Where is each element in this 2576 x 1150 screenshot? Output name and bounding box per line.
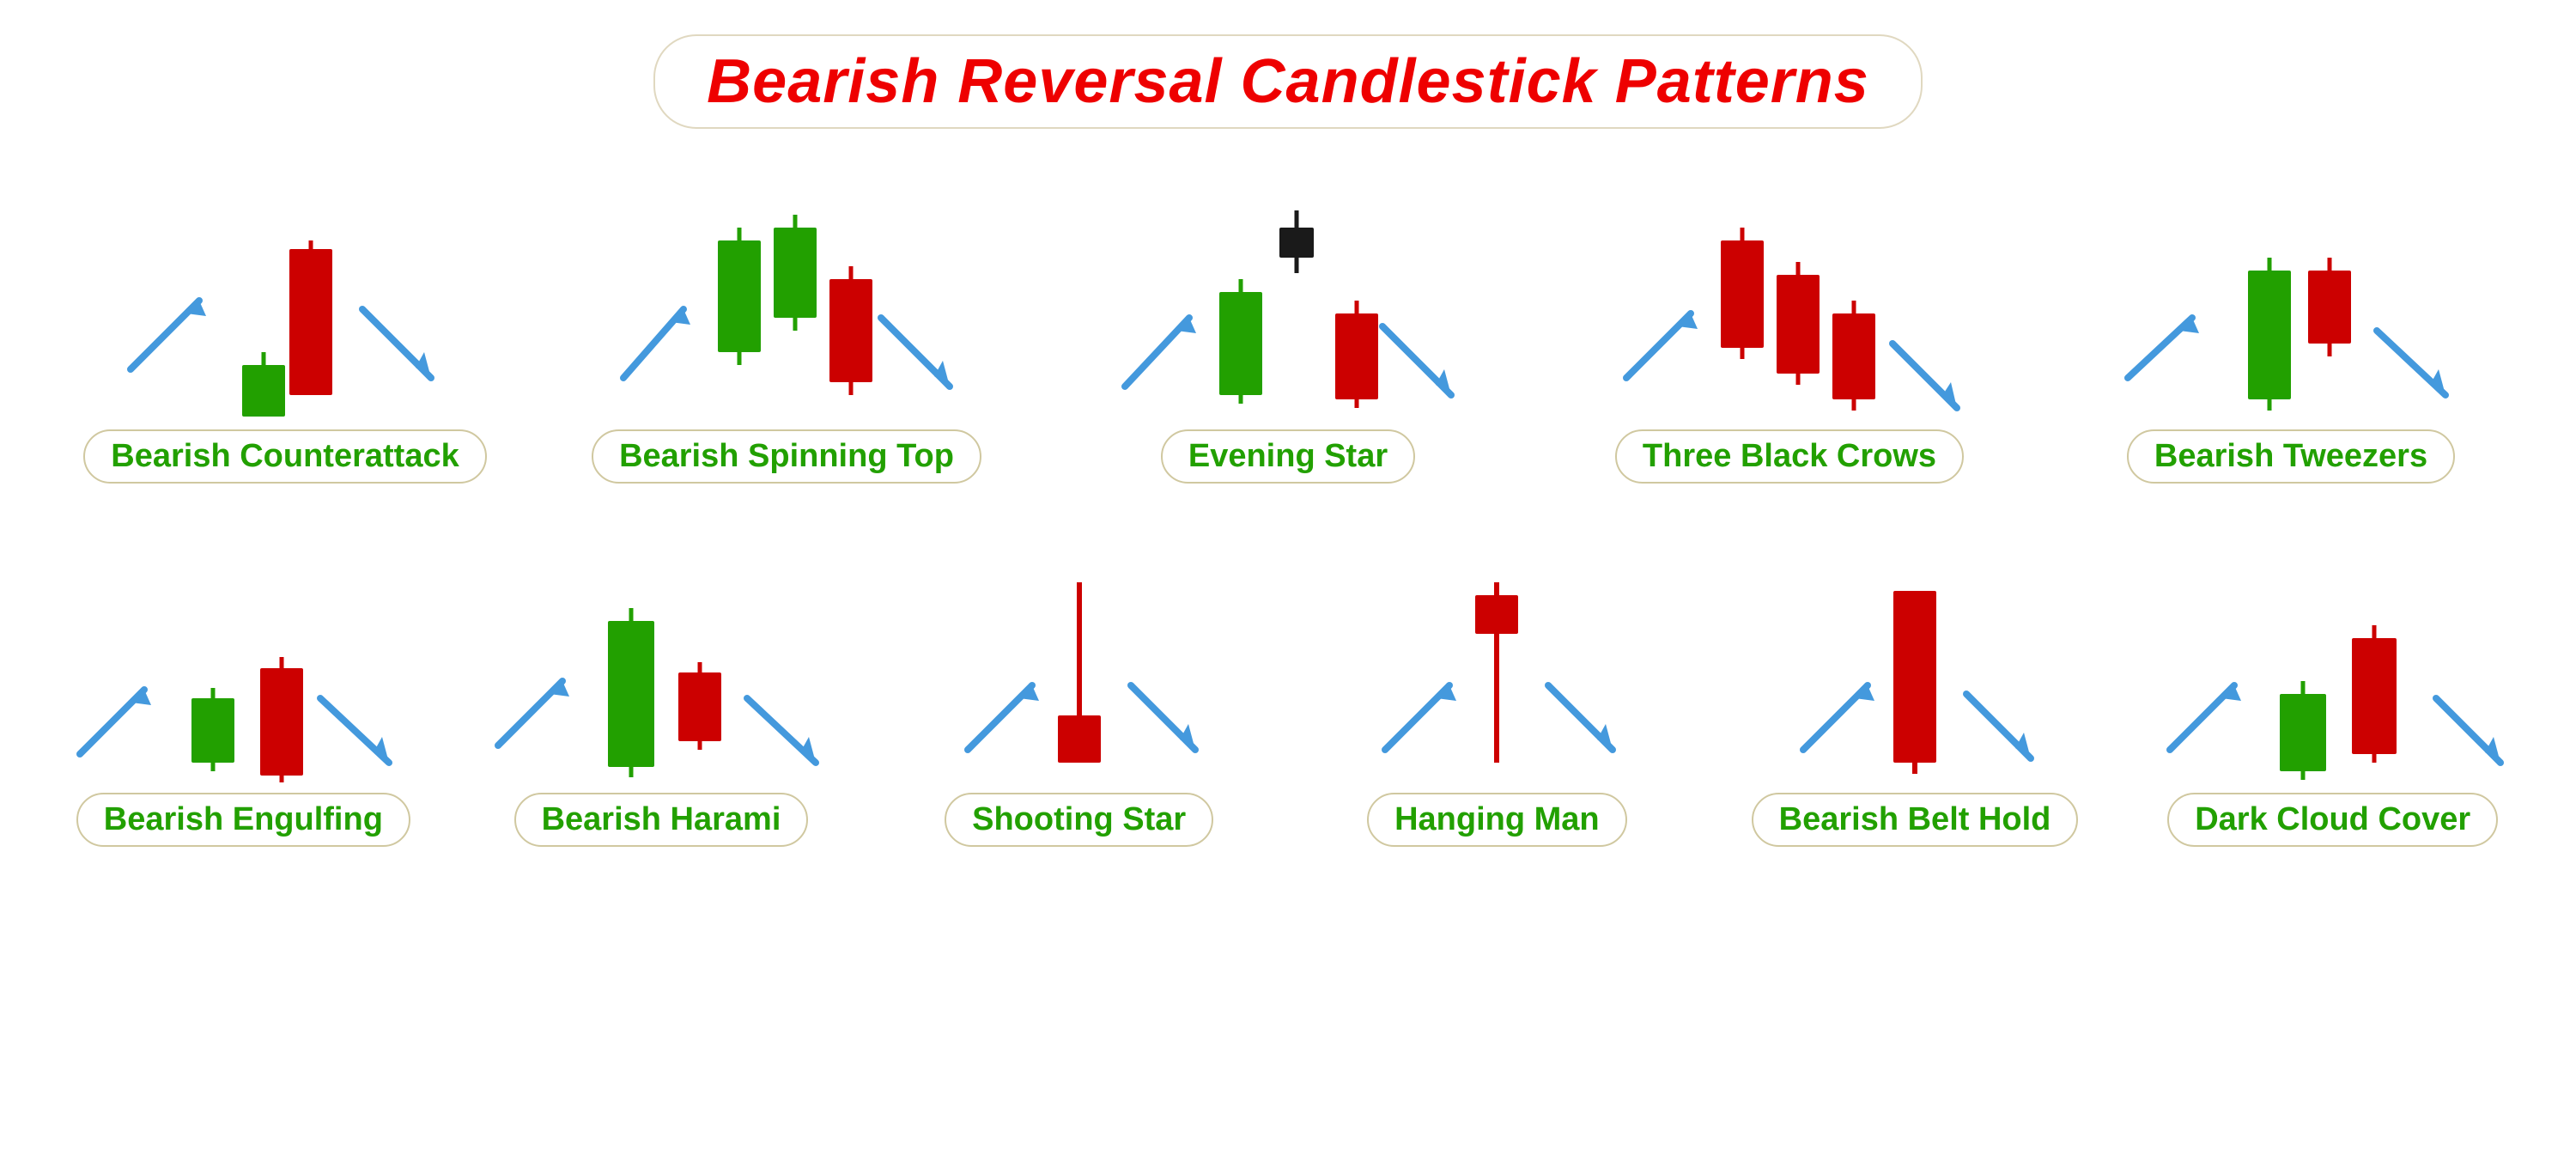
label-oval-bearish-tweezers: Bearish Tweezers bbox=[2127, 429, 2455, 484]
candle-svg-hanging-man bbox=[1316, 509, 1677, 784]
pattern-dark-cloud-cover: Dark Cloud Cover bbox=[2123, 509, 2542, 847]
candle-area-bearish-harami bbox=[481, 509, 841, 784]
pattern-three-black-crows: Three Black Crows bbox=[1566, 146, 2013, 484]
label-shooting-star: Shooting Star bbox=[972, 801, 1186, 837]
candle-svg-spinning-top bbox=[606, 146, 967, 421]
pattern-bearish-harami: Bearish Harami bbox=[453, 509, 871, 847]
pattern-bearish-tweezers: Bearish Tweezers bbox=[2068, 146, 2514, 484]
label-oval-dark-cloud-cover: Dark Cloud Cover bbox=[2167, 793, 2498, 847]
page: Bearish Reversal Candlestick Patterns bbox=[0, 0, 2576, 1150]
candle-svg-bearish-tweezers bbox=[2111, 146, 2471, 421]
candle-svg-evening-star bbox=[1108, 146, 1468, 421]
label-evening-star: Evening Star bbox=[1188, 438, 1388, 474]
candle-area-counterattack bbox=[105, 146, 465, 421]
label-bearish-engulfing: Bearish Engulfing bbox=[104, 801, 383, 837]
label-counterattack: Bearish Counterattack bbox=[111, 438, 459, 474]
candle-svg-bearish-belt-hold bbox=[1735, 509, 2095, 784]
candle-svg-counterattack bbox=[105, 146, 465, 421]
candle-area-three-black-crows bbox=[1609, 146, 1970, 421]
candle-area-bearish-belt-hold bbox=[1735, 509, 2095, 784]
pattern-bearish-belt-hold: Bearish Belt Hold bbox=[1706, 509, 2124, 847]
label-oval-evening-star: Evening Star bbox=[1161, 429, 1415, 484]
title-container: Bearish Reversal Candlestick Patterns bbox=[0, 0, 2576, 129]
label-spinning-top: Bearish Spinning Top bbox=[619, 438, 954, 474]
label-bearish-tweezers: Bearish Tweezers bbox=[2154, 438, 2427, 474]
label-oval-bearish-harami: Bearish Harami bbox=[514, 793, 809, 847]
label-hanging-man: Hanging Man bbox=[1394, 801, 1600, 837]
pattern-bearish-counterattack: Bearish Counterattack bbox=[62, 146, 508, 484]
label-oval-three-black-crows: Three Black Crows bbox=[1615, 429, 1964, 484]
candle-area-spinning-top bbox=[606, 146, 967, 421]
label-dark-cloud-cover: Dark Cloud Cover bbox=[2195, 801, 2470, 837]
label-oval-spinning-top: Bearish Spinning Top bbox=[592, 429, 981, 484]
label-oval-shooting-star: Shooting Star bbox=[945, 793, 1213, 847]
title-oval: Bearish Reversal Candlestick Patterns bbox=[653, 34, 1923, 129]
pattern-bearish-engulfing: Bearish Engulfing bbox=[34, 509, 453, 847]
candle-area-evening-star bbox=[1108, 146, 1468, 421]
candle-area-shooting-star bbox=[899, 509, 1260, 784]
patterns-grid: Bearish Counterattack bbox=[0, 146, 2576, 873]
pattern-hanging-man: Hanging Man bbox=[1288, 509, 1706, 847]
pattern-evening-star: Evening Star bbox=[1065, 146, 1511, 484]
label-bearish-harami: Bearish Harami bbox=[542, 801, 781, 837]
candle-svg-bearish-engulfing bbox=[63, 509, 423, 784]
candle-svg-bearish-harami bbox=[481, 509, 841, 784]
label-three-black-crows: Three Black Crows bbox=[1643, 438, 1936, 474]
page-title: Bearish Reversal Candlestick Patterns bbox=[707, 47, 1869, 116]
pattern-row-1: Bearish Counterattack bbox=[0, 146, 2576, 484]
candle-area-dark-cloud-cover bbox=[2153, 509, 2513, 784]
pattern-bearish-spinning-top: Bearish Spinning Top bbox=[563, 146, 1010, 484]
label-oval-bearish-engulfing: Bearish Engulfing bbox=[76, 793, 410, 847]
candle-area-bearish-tweezers bbox=[2111, 146, 2471, 421]
label-oval-hanging-man: Hanging Man bbox=[1367, 793, 1627, 847]
candle-svg-dark-cloud-cover bbox=[2153, 509, 2513, 784]
candle-area-bearish-engulfing bbox=[63, 509, 423, 784]
label-oval-counterattack: Bearish Counterattack bbox=[83, 429, 486, 484]
pattern-shooting-star: Shooting Star bbox=[870, 509, 1288, 847]
pattern-row-2: Bearish Engulfing bbox=[0, 509, 2576, 847]
candle-svg-shooting-star bbox=[899, 509, 1260, 784]
label-oval-bearish-belt-hold: Bearish Belt Hold bbox=[1752, 793, 2079, 847]
candle-area-hanging-man bbox=[1316, 509, 1677, 784]
label-bearish-belt-hold: Bearish Belt Hold bbox=[1779, 801, 2051, 837]
candle-svg-three-black-crows bbox=[1609, 146, 1970, 421]
